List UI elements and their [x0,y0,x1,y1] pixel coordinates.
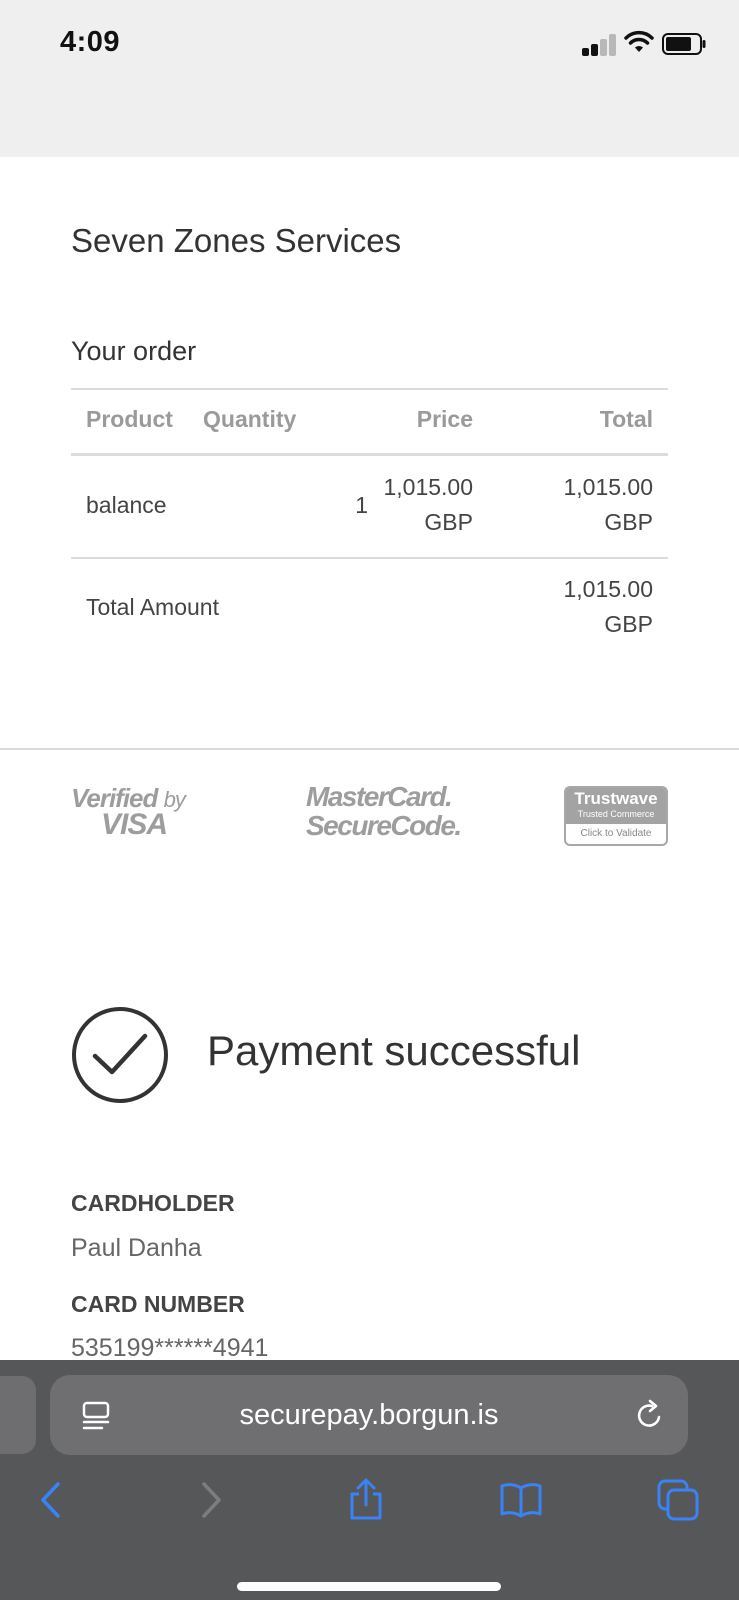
table-top-border [71,388,668,390]
verified-by-visa-logo: Verified by VISA [71,783,191,841]
reload-icon[interactable] [635,1399,665,1431]
row-product: balance [86,492,167,518]
battery-icon [662,33,706,55]
cardholder-label: CARDHOLDER [71,1190,235,1216]
card-number-label: CARD NUMBER [71,1291,245,1317]
share-icon[interactable] [344,1478,388,1522]
total-amount-label: Total Amount [86,594,219,620]
column-header-price: Price [416,406,473,432]
url-text[interactable]: securepay.borgun.is [50,1399,688,1432]
row-total-currency: GBP [604,509,653,535]
trustwave-validate-link[interactable]: Click to Validate [566,824,666,844]
table-row-border [71,557,668,559]
total-amount-currency: GBP [604,611,653,637]
forward-icon[interactable] [188,1478,232,1522]
trustwave-badge[interactable]: Trustwave Trusted Commerce Click to Vali… [564,786,668,846]
section-divider [0,748,739,750]
merchant-name: Seven Zones Services [71,222,402,259]
column-header-total: Total [599,406,653,432]
wifi-icon [624,30,654,52]
row-price-amount: 1,015.00 [383,474,473,500]
status-time: 4:09 [60,26,121,58]
tabs-icon[interactable] [656,1478,700,1522]
securecode-text: SecureCode. [306,810,462,841]
checkmark-circle-icon [72,1007,168,1103]
column-header-product: Product [86,406,173,432]
order-heading: Your order [71,336,197,366]
browser-chrome: securepay.borgun.is [0,1360,739,1600]
status-bar: 4:09 [0,0,739,157]
previous-tab-preview[interactable] [0,1376,36,1454]
row-price-currency: GBP [424,509,473,535]
row-total-amount: 1,015.00 [563,474,653,500]
total-amount-value: 1,015.00 [563,576,653,602]
home-indicator[interactable] [237,1582,501,1591]
address-bar[interactable]: securepay.borgun.is [50,1375,688,1455]
back-icon[interactable] [30,1478,74,1522]
cellular-signal-icon [582,34,618,56]
trustwave-name: Trustwave [574,789,658,808]
row-quantity: 1 [355,492,368,518]
trustwave-subtitle: Trusted Commerce [577,809,655,819]
mastercard-securecode-logo: MasterCard. SecureCode. [306,781,462,842]
table-header-border [71,453,668,456]
bookmarks-icon[interactable] [499,1478,543,1522]
mastercard-text: MasterCard. [306,781,453,812]
cardholder-value: Paul Danha [71,1234,202,1262]
card-number-value: 535199******4941 [71,1334,269,1362]
payment-status: Payment successful [207,1027,581,1074]
column-header-quantity: Quantity [203,406,297,432]
